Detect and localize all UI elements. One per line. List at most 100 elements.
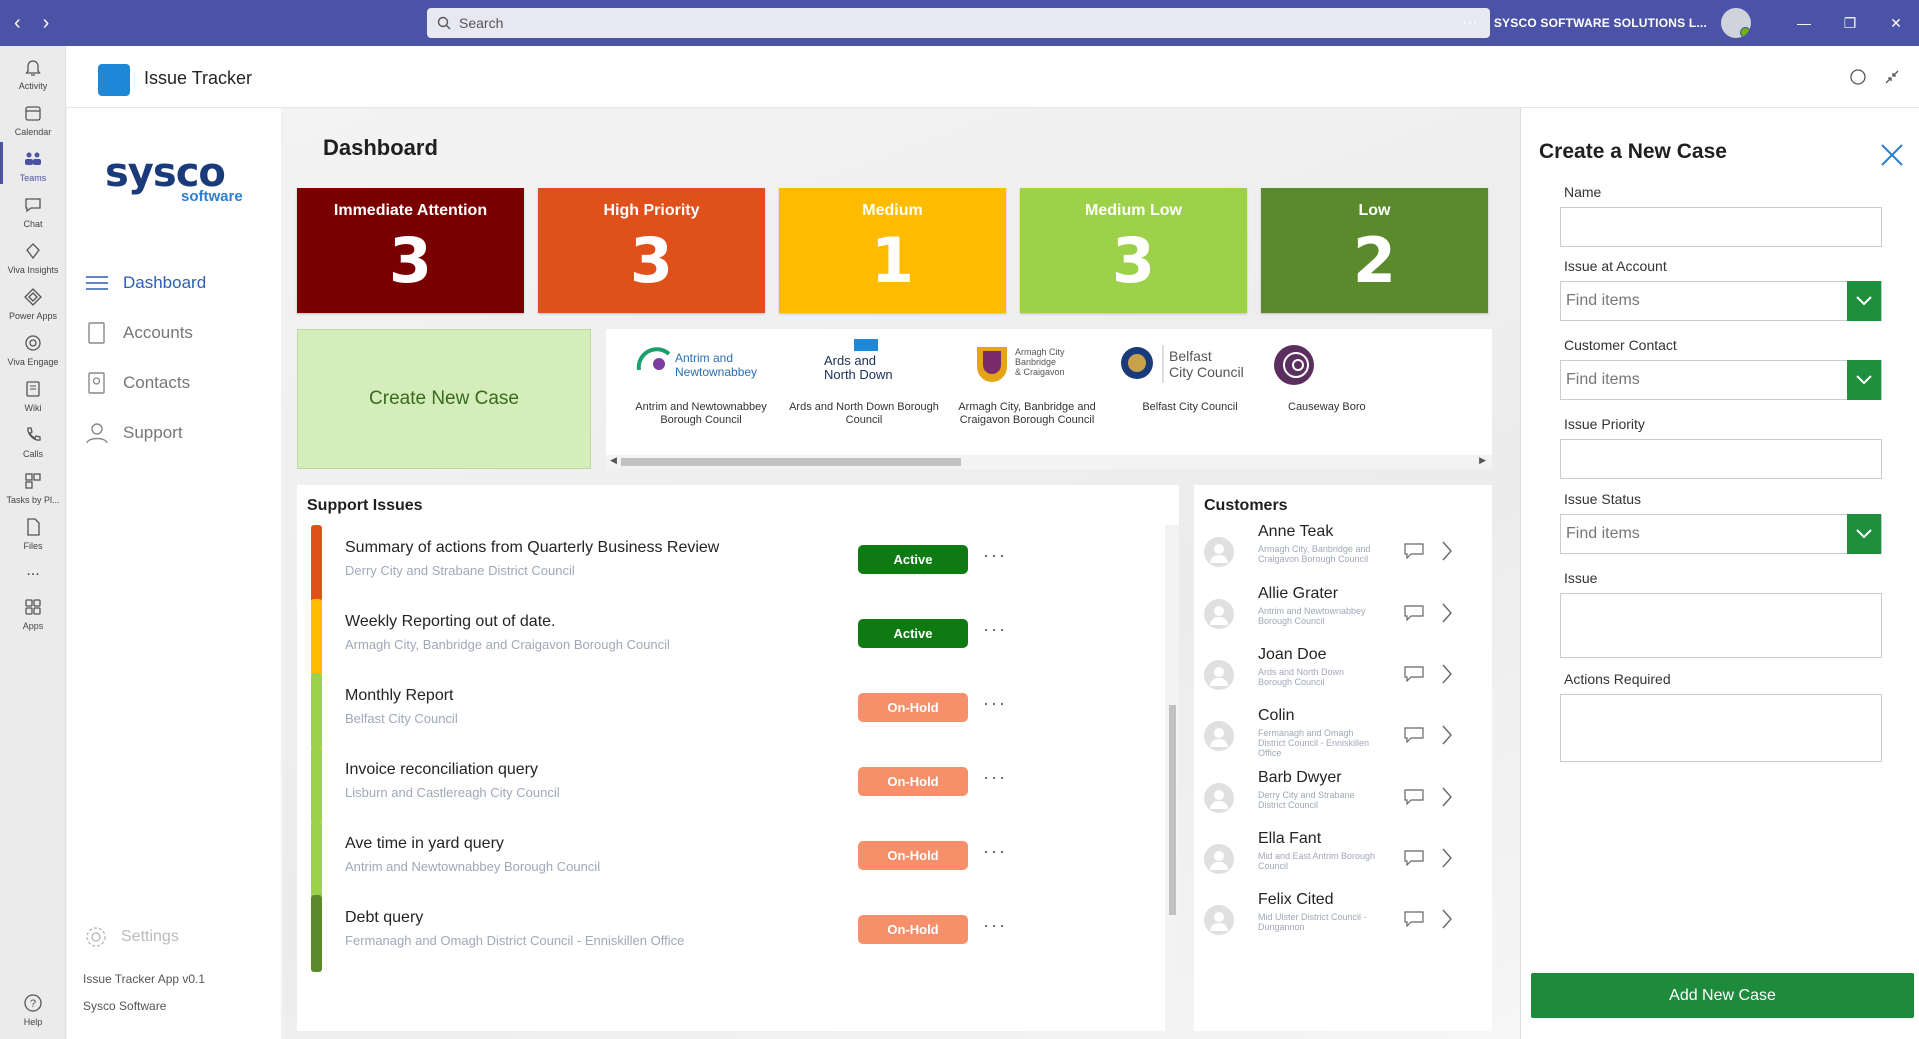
- maximize-button[interactable]: ❐: [1827, 15, 1873, 32]
- rail-files[interactable]: Files: [0, 516, 66, 551]
- forward-arrow-icon[interactable]: ›: [43, 12, 50, 35]
- status-badge[interactable]: Active: [858, 619, 968, 648]
- scroll-right-icon[interactable]: ▶: [1479, 455, 1486, 466]
- nav-dashboard[interactable]: Dashboard: [83, 258, 206, 308]
- rail-tasks[interactable]: Tasks by Pl...: [0, 470, 66, 505]
- contact-combobox[interactable]: Find items: [1560, 360, 1882, 400]
- message-icon[interactable]: [1404, 789, 1424, 805]
- status-badge[interactable]: On-Hold: [858, 693, 968, 722]
- more-options-icon[interactable]: ···: [1462, 14, 1478, 32]
- message-icon[interactable]: [1404, 727, 1424, 743]
- rail-label: Calls: [22, 449, 43, 459]
- more-actions-icon[interactable]: ···: [983, 619, 1007, 640]
- issue-row[interactable]: Summary of actions from Quarterly Busine…: [311, 525, 1141, 602]
- close-window-button[interactable]: ✕: [1873, 15, 1919, 32]
- status-dropdown-button[interactable]: [1847, 514, 1881, 554]
- chevron-right-icon[interactable]: [1440, 846, 1454, 870]
- rail-wiki[interactable]: Wiki: [0, 378, 66, 413]
- search-input[interactable]: Search: [427, 8, 1490, 38]
- more-actions-icon[interactable]: ···: [983, 693, 1007, 714]
- tile-medium-low[interactable]: Medium Low 3: [1020, 188, 1247, 313]
- nav-contacts[interactable]: Contacts: [83, 358, 206, 408]
- nav-accounts[interactable]: Accounts: [83, 308, 206, 358]
- priority-field[interactable]: [1560, 439, 1882, 479]
- chevron-right-icon[interactable]: [1440, 785, 1454, 809]
- chat-bubble-icon[interactable]: [1849, 68, 1867, 86]
- tile-low[interactable]: Low 2: [1261, 188, 1488, 313]
- issue-title: Summary of actions from Quarterly Busine…: [345, 539, 720, 556]
- support-issues-panel: Support Issues Summary of actions from Q…: [297, 485, 1179, 1031]
- org-name[interactable]: SYSCO SOFTWARE SOLUTIONS L...: [1494, 16, 1707, 30]
- issue-row[interactable]: Invoice reconciliation query Lisburn and…: [311, 747, 1141, 824]
- status-badge[interactable]: On-Hold: [858, 841, 968, 870]
- back-arrow-icon[interactable]: ‹: [14, 12, 21, 35]
- scrollbar-thumb[interactable]: [1169, 705, 1176, 915]
- rail-chat[interactable]: Chat: [0, 194, 66, 229]
- status-combobox[interactable]: Find items: [1560, 514, 1882, 554]
- rail-power-apps[interactable]: Power Apps: [0, 286, 66, 321]
- account-card[interactable]: Belfast City Council Belfast City Council: [1095, 329, 1285, 449]
- chevron-right-icon[interactable]: [1440, 539, 1454, 563]
- rail-calls[interactable]: Calls: [0, 424, 66, 459]
- more-actions-icon[interactable]: ···: [983, 841, 1007, 862]
- minimize-button[interactable]: —: [1781, 15, 1827, 31]
- rail-activity[interactable]: Activity: [0, 56, 66, 91]
- issue-row[interactable]: Monthly Report Belfast City Council On-H…: [311, 673, 1141, 750]
- tile-count: 3: [1111, 224, 1156, 297]
- more-actions-icon[interactable]: ···: [983, 545, 1007, 566]
- rail-viva-insights[interactable]: Viva Insights: [0, 240, 66, 275]
- more-actions-icon[interactable]: ···: [983, 767, 1007, 788]
- message-icon[interactable]: [1404, 666, 1424, 682]
- status-badge[interactable]: On-Hold: [858, 767, 968, 796]
- message-icon[interactable]: [1404, 605, 1424, 621]
- rail-teams[interactable]: Teams: [0, 142, 66, 184]
- rail-viva-engage[interactable]: Viva Engage: [0, 332, 66, 367]
- apps-icon: [25, 599, 41, 615]
- tile-high-priority[interactable]: High Priority 3: [538, 188, 765, 313]
- add-new-case-button[interactable]: Add New Case: [1531, 973, 1914, 1018]
- rail-apps[interactable]: Apps: [0, 596, 66, 631]
- message-icon[interactable]: [1404, 911, 1424, 927]
- chevron-right-icon[interactable]: [1440, 662, 1454, 686]
- status-badge[interactable]: Active: [858, 545, 968, 574]
- issue-textarea[interactable]: [1560, 593, 1882, 658]
- issue-row[interactable]: Weekly Reporting out of date. Armagh Cit…: [311, 599, 1141, 676]
- create-new-case-button[interactable]: Create New Case: [297, 329, 591, 469]
- contact-dropdown-button[interactable]: [1847, 360, 1881, 400]
- rail-help[interactable]: ? Help: [0, 992, 66, 1027]
- chevron-right-icon[interactable]: [1440, 723, 1454, 747]
- rail-more[interactable]: ...: [0, 562, 66, 580]
- customer-row[interactable]: Felix Cited Mid Ulster District Council …: [1204, 889, 1484, 964]
- issue-account: Lisburn and Castlereagh City Council: [345, 785, 560, 800]
- issue-row[interactable]: Debt query Fermanagh and Omagh District …: [311, 895, 1141, 972]
- rail-calendar[interactable]: Calendar: [0, 102, 66, 137]
- close-icon[interactable]: [1879, 142, 1905, 168]
- customers-title: Customers: [1204, 497, 1288, 514]
- status-badge[interactable]: On-Hold: [858, 915, 968, 944]
- account-card[interactable]: Causeway Boro: [1258, 329, 1492, 449]
- message-icon[interactable]: [1404, 543, 1424, 559]
- name-field[interactable]: [1560, 207, 1882, 247]
- user-avatar[interactable]: [1721, 8, 1751, 38]
- issue-row[interactable]: Ave time in yard query Antrim and Newtow…: [311, 821, 1141, 898]
- gallery-scrollbar[interactable]: ◀ ▶: [606, 455, 1492, 469]
- scrollbar-thumb[interactable]: [621, 458, 961, 466]
- message-icon[interactable]: [1404, 850, 1424, 866]
- collapse-icon[interactable]: [1883, 68, 1901, 86]
- customer-org: Antrim and Newtownabbey Borough Council: [1258, 606, 1366, 626]
- chevron-right-icon[interactable]: [1440, 907, 1454, 931]
- account-card[interactable]: Armagh City Banbridge & Craigavon Armagh C…: [932, 329, 1122, 449]
- account-combobox[interactable]: Find items: [1560, 281, 1882, 321]
- account-card[interactable]: Ards and North Down Ards and North Down B…: [769, 329, 959, 449]
- issues-scrollbar[interactable]: [1165, 525, 1179, 1031]
- more-actions-icon[interactable]: ···: [983, 915, 1007, 936]
- account-card[interactable]: Antrim and Newtownabbey Antrim and Newtow…: [606, 329, 796, 449]
- chevron-right-icon[interactable]: [1440, 601, 1454, 625]
- actions-textarea[interactable]: [1560, 694, 1882, 762]
- scroll-left-icon[interactable]: ◀: [610, 455, 617, 466]
- tile-medium[interactable]: Medium 1: [779, 188, 1006, 313]
- nav-support[interactable]: Support: [83, 408, 206, 458]
- tile-immediate-attention[interactable]: Immediate Attention 3: [297, 188, 524, 313]
- account-dropdown-button[interactable]: [1847, 281, 1881, 321]
- nav-settings[interactable]: Settings: [83, 924, 179, 950]
